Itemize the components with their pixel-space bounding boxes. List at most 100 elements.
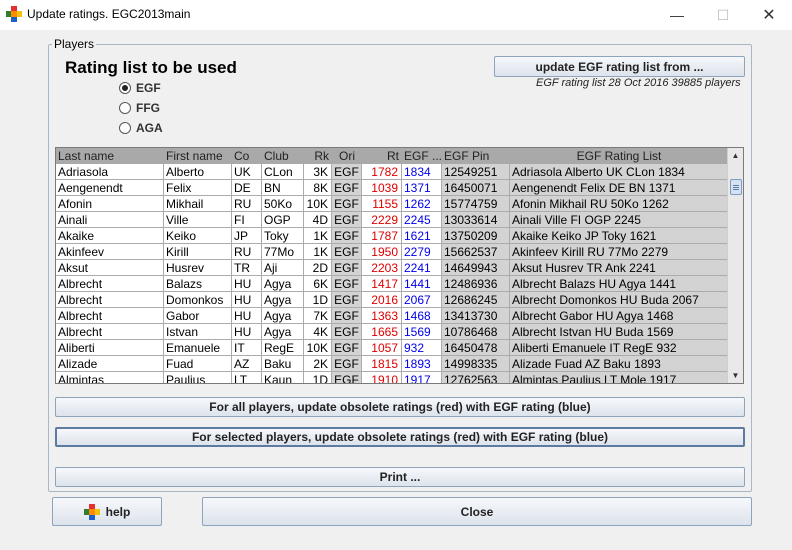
table-cell[interactable]: 6K bbox=[304, 276, 332, 292]
table-cell[interactable]: Alizade bbox=[56, 356, 164, 372]
table-cell[interactable]: 1057 bbox=[362, 340, 402, 356]
column-header[interactable]: First name bbox=[164, 148, 232, 164]
table-cell[interactable]: 15662537 bbox=[442, 244, 510, 260]
table-cell[interactable]: 1363 bbox=[362, 308, 402, 324]
table-cell[interactable]: RU bbox=[232, 244, 262, 260]
table-row[interactable]: Aengenendt Felix DE BN 8K EGF 1039 1371 16450071… bbox=[56, 180, 728, 196]
table-cell[interactable]: Emanuele bbox=[164, 340, 232, 356]
table-cell[interactable]: 13750209 bbox=[442, 228, 510, 244]
table-cell[interactable]: Agya bbox=[262, 324, 304, 340]
column-header[interactable]: Co bbox=[232, 148, 262, 164]
table-cell[interactable]: EGF bbox=[332, 260, 362, 276]
table-row[interactable]: Ainali Ville FI OGP 4D EGF 2229 2245 13033614 Ain… bbox=[56, 212, 728, 228]
table-row[interactable]: Albrecht Domonkos HU Agya 1D EGF 2016 2067 12686… bbox=[56, 292, 728, 308]
table-cell[interactable]: EGF bbox=[332, 372, 362, 383]
table-cell[interactable]: Aksut Husrev TR Ank 2241 bbox=[510, 260, 728, 276]
table-cell[interactable]: 10786468 bbox=[442, 324, 510, 340]
table-cell[interactable]: DE bbox=[232, 180, 262, 196]
table-cell[interactable]: 8K bbox=[304, 180, 332, 196]
table-cell[interactable]: 12762563 bbox=[442, 372, 510, 383]
table-cell[interactable]: 1K bbox=[304, 244, 332, 260]
column-header[interactable]: EGF Rating List bbox=[510, 148, 728, 164]
column-header[interactable]: Rk bbox=[304, 148, 332, 164]
table-cell[interactable]: 13413730 bbox=[442, 308, 510, 324]
table-cell[interactable]: FI bbox=[232, 212, 262, 228]
table-cell[interactable]: EGF bbox=[332, 356, 362, 372]
table-cell[interactable]: 1834 bbox=[402, 164, 442, 180]
table-cell[interactable]: 932 bbox=[402, 340, 442, 356]
scrollbar-thumb[interactable] bbox=[730, 179, 742, 195]
table-cell[interactable]: 2203 bbox=[362, 260, 402, 276]
table-cell[interactable]: 50Ko bbox=[262, 196, 304, 212]
table-cell[interactable]: 1910 bbox=[362, 372, 402, 383]
table-cell[interactable]: EGF bbox=[332, 276, 362, 292]
radio-button-icon[interactable] bbox=[119, 102, 131, 114]
table-cell[interactable]: Afonin bbox=[56, 196, 164, 212]
table-cell[interactable]: 1D bbox=[304, 372, 332, 383]
table-cell[interactable]: EGF bbox=[332, 180, 362, 196]
radio-egf[interactable]: EGF bbox=[119, 80, 161, 96]
table-cell[interactable]: Akinfeev Kirill RU 77Mo 2279 bbox=[510, 244, 728, 260]
table-cell[interactable]: Albrecht bbox=[56, 292, 164, 308]
table-cell[interactable]: Balazs bbox=[164, 276, 232, 292]
table-cell[interactable]: 10K bbox=[304, 196, 332, 212]
table-cell[interactable]: EGF bbox=[332, 196, 362, 212]
table-cell[interactable]: Aliberti bbox=[56, 340, 164, 356]
table-cell[interactable]: Albrecht Balazs HU Agya 1441 bbox=[510, 276, 728, 292]
table-cell[interactable]: 1K bbox=[304, 228, 332, 244]
table-cell[interactable]: Albrecht Gabor HU Agya 1468 bbox=[510, 308, 728, 324]
table-cell[interactable]: EGF bbox=[332, 324, 362, 340]
table-cell[interactable]: 2016 bbox=[362, 292, 402, 308]
table-cell[interactable]: RegE bbox=[262, 340, 304, 356]
table-cell[interactable]: Almintas Paulius LT Mole 1917 bbox=[510, 372, 728, 383]
table-cell[interactable]: 7K bbox=[304, 308, 332, 324]
table-cell[interactable]: Agya bbox=[262, 308, 304, 324]
table-cell[interactable]: EGF bbox=[332, 212, 362, 228]
help-button[interactable]: help bbox=[52, 497, 162, 526]
table-cell[interactable]: 2K bbox=[304, 356, 332, 372]
table-cell[interactable]: JP bbox=[232, 228, 262, 244]
table-cell[interactable]: Domonkos bbox=[164, 292, 232, 308]
table-cell[interactable]: BN bbox=[262, 180, 304, 196]
table-cell[interactable]: Adriasola bbox=[56, 164, 164, 180]
table-row[interactable]: Afonin Mikhail RU 50Ko 10K EGF 1155 1262 1577475… bbox=[56, 196, 728, 212]
table-cell[interactable]: EGF bbox=[332, 244, 362, 260]
table-cell[interactable]: 14998335 bbox=[442, 356, 510, 372]
table-cell[interactable]: Felix bbox=[164, 180, 232, 196]
table-cell[interactable]: Adriasola Alberto UK CLon 1834 bbox=[510, 164, 728, 180]
table-row[interactable]: Aliberti Emanuele IT RegE 10K EGF 1057 932 16450… bbox=[56, 340, 728, 356]
close-button[interactable]: Close bbox=[202, 497, 752, 526]
table-cell[interactable]: CLon bbox=[262, 164, 304, 180]
table-row[interactable]: Almintas Paulius LT Kaun 1D EGF 1910 1917 127625… bbox=[56, 372, 728, 383]
table-cell[interactable]: Keiko bbox=[164, 228, 232, 244]
table-cell[interactable]: Aengenendt Felix DE BN 1371 bbox=[510, 180, 728, 196]
table-cell[interactable]: Aksut bbox=[56, 260, 164, 276]
update-selected-button[interactable]: For selected players, update obsolete ra… bbox=[55, 427, 745, 447]
update-all-button[interactable]: For all players, update obsolete ratings… bbox=[55, 397, 745, 417]
table-cell[interactable]: 2279 bbox=[402, 244, 442, 260]
table-cell[interactable]: Fuad bbox=[164, 356, 232, 372]
table-cell[interactable]: Ville bbox=[164, 212, 232, 228]
table-cell[interactable]: Agya bbox=[262, 292, 304, 308]
update-rating-list-button[interactable]: update EGF rating list from ... bbox=[494, 56, 745, 77]
table-cell[interactable]: 1665 bbox=[362, 324, 402, 340]
table-cell[interactable]: 1815 bbox=[362, 356, 402, 372]
table-cell[interactable]: Albrecht bbox=[56, 308, 164, 324]
table-cell[interactable]: 1155 bbox=[362, 196, 402, 212]
table-cell[interactable]: OGP bbox=[262, 212, 304, 228]
table-cell[interactable]: 12549251 bbox=[442, 164, 510, 180]
table-cell[interactable]: 12686245 bbox=[442, 292, 510, 308]
table-cell[interactable]: 16450071 bbox=[442, 180, 510, 196]
table-cell[interactable]: 12486936 bbox=[442, 276, 510, 292]
column-header[interactable]: Rt bbox=[362, 148, 402, 164]
table-cell[interactable]: EGF bbox=[332, 292, 362, 308]
table-cell[interactable]: 2241 bbox=[402, 260, 442, 276]
table-cell[interactable]: HU bbox=[232, 308, 262, 324]
radio-button-icon[interactable] bbox=[119, 122, 131, 134]
table-cell[interactable]: HU bbox=[232, 292, 262, 308]
table-cell[interactable]: 1371 bbox=[402, 180, 442, 196]
table-cell[interactable]: EGF bbox=[332, 308, 362, 324]
close-window-button[interactable]: ✕ bbox=[746, 0, 792, 30]
table-cell[interactable]: 13033614 bbox=[442, 212, 510, 228]
table-cell[interactable]: LT bbox=[232, 372, 262, 383]
